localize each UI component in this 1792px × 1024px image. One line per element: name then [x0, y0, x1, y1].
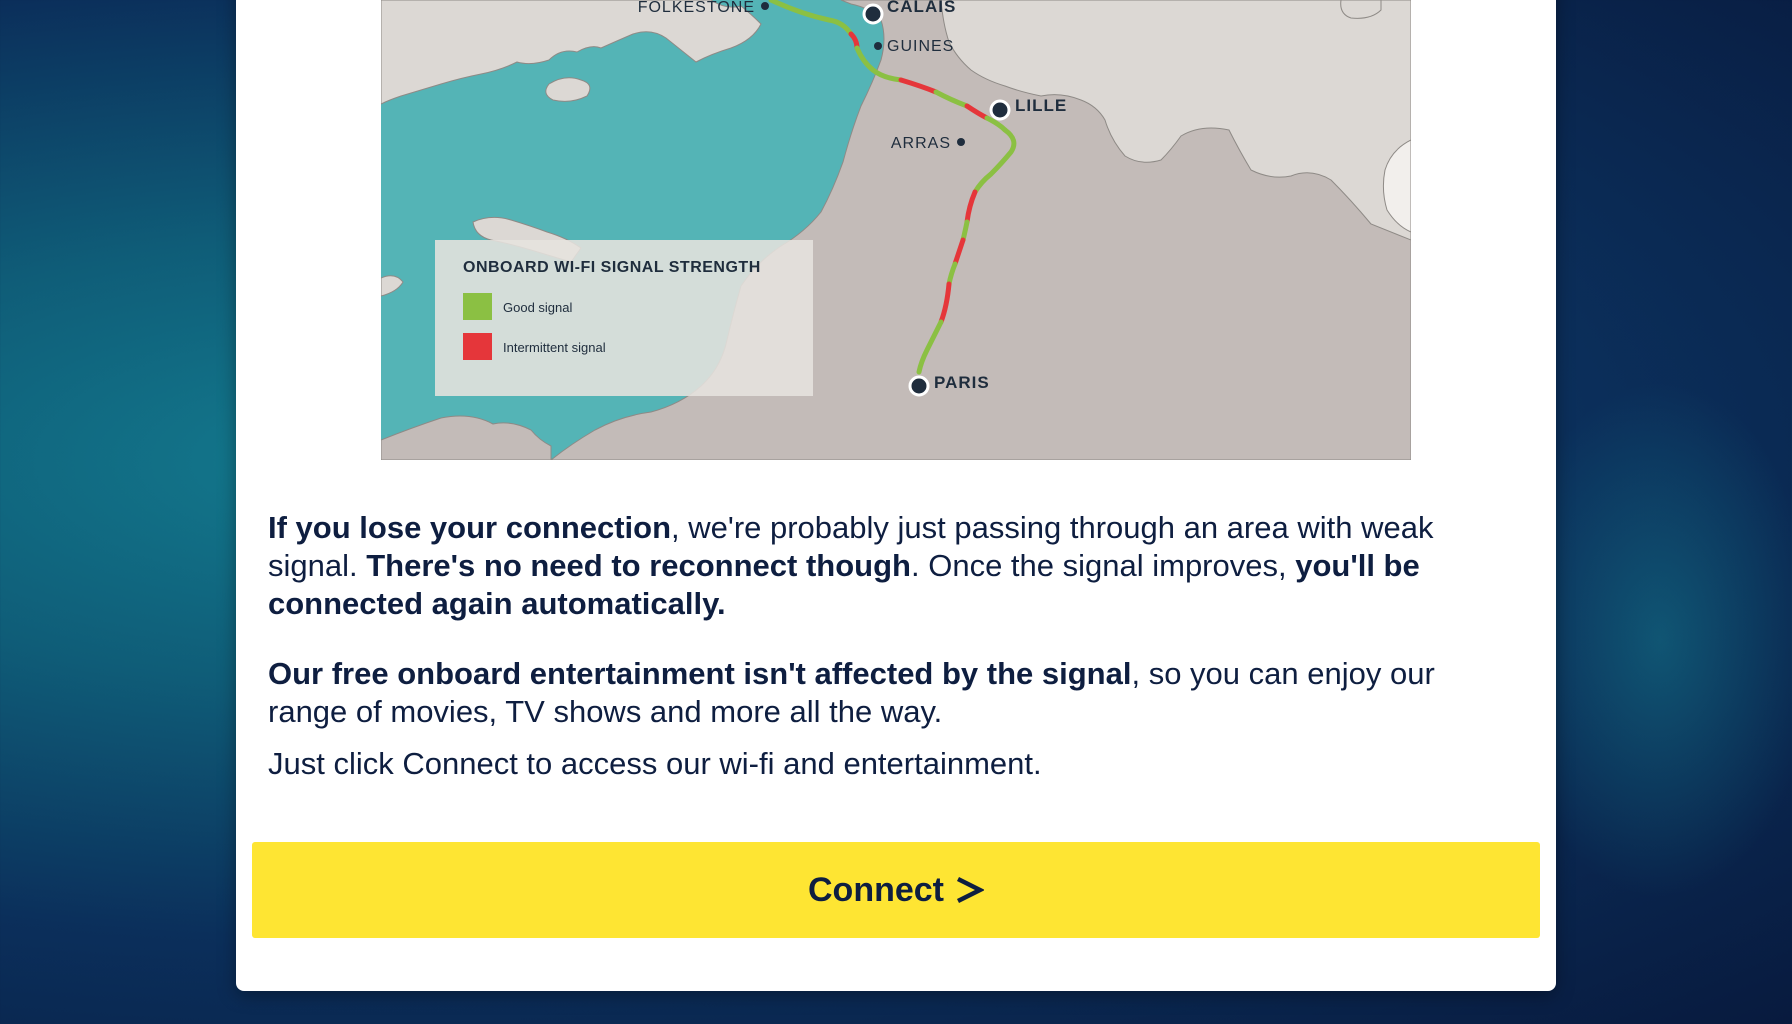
connect-instruction: Just click Connect to access our wi-fi a…: [268, 746, 1042, 781]
connection-info-paragraph: If you lose your connection, we're proba…: [268, 509, 1518, 623]
entertainment-info-paragraph: Our free onboard entertainment isn't aff…: [268, 655, 1518, 731]
entertainment-emphasis: Our free onboard entertainment isn't aff…: [268, 656, 1132, 691]
city-label-paris: PARIS: [934, 373, 990, 392]
legend-swatch-intermittent: [463, 333, 492, 360]
city-label-lille: LILLE: [1015, 96, 1067, 115]
folkestone-dot: [761, 2, 769, 10]
legend-swatch-good: [463, 293, 492, 320]
arras-dot: [957, 138, 965, 146]
route-map: FOLKESTONE CALAIS GUINES LILLE ARRAS PAR…: [381, 0, 1411, 460]
calais-marker: [862, 3, 884, 25]
signal-legend: ONBOARD WI-FI SIGNAL STRENGTH Good signa…: [435, 240, 813, 396]
city-label-guines: GUINES: [887, 38, 954, 55]
paris-marker: [908, 375, 930, 397]
connection-lost-emphasis: If you lose your connection: [268, 510, 672, 545]
lille-marker: [989, 99, 1011, 121]
legend-title: ONBOARD WI-FI SIGNAL STRENGTH: [463, 259, 761, 276]
legend-label-intermittent: Intermittent signal: [503, 340, 606, 355]
portal-card: FOLKESTONE CALAIS GUINES LILLE ARRAS PAR…: [236, 0, 1556, 991]
guines-dot: [874, 42, 882, 50]
legend-label-good: Good signal: [503, 300, 572, 315]
city-label-folkestone: FOLKESTONE: [638, 0, 755, 16]
no-reconnect-emphasis: There's no need to reconnect though: [366, 548, 911, 583]
chevron-right-icon: [956, 876, 984, 904]
route-map-svg: FOLKESTONE CALAIS GUINES LILLE ARRAS PAR…: [381, 0, 1411, 460]
signal-improves-text: . Once the signal improves,: [910, 548, 1296, 583]
connect-button-label: Connect: [808, 870, 944, 909]
city-label-calais: CALAIS: [887, 0, 956, 16]
city-label-arras: ARRAS: [891, 135, 951, 152]
connect-button[interactable]: Connect: [252, 842, 1540, 938]
